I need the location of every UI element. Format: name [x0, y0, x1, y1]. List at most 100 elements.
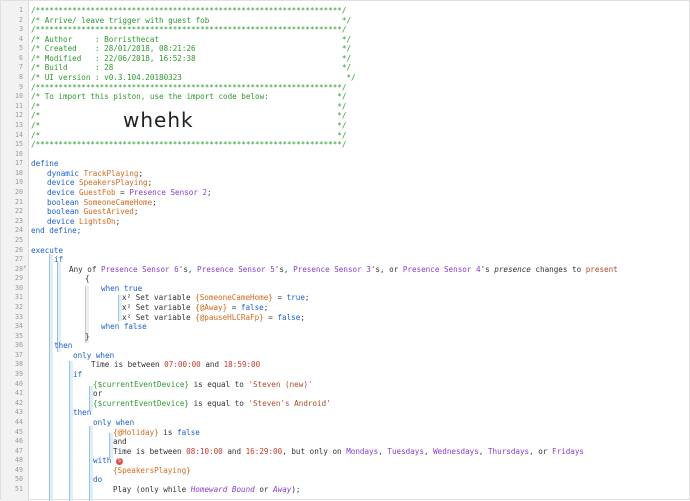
line-number: 34	[15, 322, 23, 331]
code-line: 22 boolean GuestArived;	[1, 207, 689, 217]
variable-ref[interactable]: {$currentEventDevice}	[93, 399, 189, 408]
code-line: 11 /* */	[1, 102, 689, 112]
line-number: 25	[15, 235, 23, 244]
variable-name[interactable]: TrackPlaying	[84, 169, 139, 178]
cond-text[interactable]: Time	[113, 447, 131, 456]
comment: /***************************************…	[31, 82, 347, 92]
variable-name[interactable]: GuestArived	[84, 207, 134, 216]
comment: /* To import this piston, use the import…	[31, 92, 347, 102]
keyword-if[interactable]: if	[54, 255, 63, 265]
variable-name[interactable]: SpeakersPlaying	[79, 178, 148, 187]
code-line: 7 /* Build : 28 */	[1, 63, 689, 73]
comment: /* Created : 28/01/2018, 08:21:26 */	[31, 44, 352, 54]
line-number: 28	[15, 264, 23, 273]
cond-text: 's,	[178, 264, 198, 274]
code-line: 43 then	[1, 408, 689, 418]
code-line: 24 end define;	[1, 226, 689, 236]
keyword-execute[interactable]: execute	[31, 246, 63, 256]
mode-name: Away	[273, 485, 292, 494]
code-line: 28 ⚡ Any of Presence Sensor 6's, Presence …	[1, 264, 689, 275]
keyword-when-true[interactable]: when true	[101, 284, 142, 294]
code-line: 17 define	[1, 159, 689, 169]
cond-text: changes to	[530, 264, 586, 274]
punct: =	[227, 302, 241, 312]
action-text[interactable]: x² Set variable	[122, 303, 195, 312]
keyword-if[interactable]: if	[73, 370, 82, 380]
device-name[interactable]: Presence Sensor 3	[293, 265, 371, 274]
line-number: 43	[15, 408, 23, 417]
line-number: 45	[15, 427, 23, 436]
device-name[interactable]: Presence Sensor 6	[101, 265, 179, 274]
action-text[interactable]: x² Set variable	[122, 313, 195, 322]
punct: =	[263, 312, 278, 322]
punct: ;	[263, 302, 269, 312]
line-number: 29	[15, 274, 23, 283]
time-value: 08:10:00	[186, 446, 223, 456]
line-number: 7	[19, 63, 23, 72]
keyword-then[interactable]: then	[54, 341, 72, 351]
variable-ref: {SomeoneCameHome}	[195, 293, 273, 303]
day-value: Tuesdays	[387, 446, 424, 456]
day-value: Thursdays	[487, 446, 530, 456]
code-editor[interactable]: whehk 1/********************************…	[0, 0, 690, 501]
code-line: 14 /* */	[1, 131, 689, 141]
variable-name[interactable]: LightsOn	[79, 217, 116, 226]
keyword-do[interactable]: do	[93, 475, 102, 485]
line-number: 2	[19, 15, 23, 24]
variable-ref: {@Away}	[195, 302, 228, 312]
code-line: 41 or	[1, 389, 689, 399]
cond-text[interactable]: Time	[91, 360, 109, 369]
line-number: 16	[15, 149, 23, 158]
string-value: 'Steven (new)'	[248, 379, 313, 389]
line-number: 41	[15, 389, 23, 398]
comment: /* Arrive/ leave trigger with guest fob …	[31, 15, 352, 25]
time-value: 07:00:00	[164, 360, 201, 370]
code-line: 23 device LightsOn;	[1, 217, 689, 227]
device-ref[interactable]: {SpeakersPlaying}	[113, 466, 191, 476]
punct: ;	[207, 188, 212, 198]
device-name[interactable]: Presence Sensor 5	[197, 265, 275, 274]
cond-text: is	[158, 427, 178, 437]
comment: /* */	[31, 111, 347, 121]
keyword-define[interactable]: define	[31, 159, 58, 169]
punct: ,	[478, 446, 488, 456]
line-number: 8	[19, 73, 23, 82]
variable-ref[interactable]: {$currentEventDevice}	[93, 380, 189, 389]
comment: /***************************************…	[31, 6, 347, 15]
keyword-then[interactable]: then	[73, 408, 91, 418]
variable-name[interactable]: GuestFob	[79, 188, 116, 197]
comment: /* Modified : 22/06/2018, 16:52:38 */	[31, 53, 352, 63]
code-line: 21 boolean SomeoneCameHome;	[1, 198, 689, 208]
day-value: Fridays	[552, 446, 585, 456]
device-name[interactable]: Presence Sensor 2	[129, 188, 207, 197]
code-line: 13 /* */	[1, 121, 689, 131]
action-text[interactable]: Play (only while	[113, 485, 191, 494]
code-line: 26 execute	[1, 246, 689, 256]
keyword-with[interactable]: with	[93, 456, 111, 465]
line-number: 48	[15, 456, 23, 465]
variable-name[interactable]: SomeoneCameHome	[84, 198, 153, 207]
device-name[interactable]: Presence Sensor 4	[403, 265, 481, 274]
comment: /* */	[31, 130, 347, 140]
code-line: 10 /* To import this piston, use the impo…	[1, 92, 689, 102]
line-number: 51	[15, 485, 23, 493]
keyword-only-when[interactable]: only when	[73, 351, 114, 361]
keyword-and: and	[113, 437, 127, 447]
line-number: 18	[15, 168, 23, 177]
code-line: 20 device GuestFob = Presence Sensor 2;	[1, 188, 689, 198]
cond-text: is equal to	[189, 398, 249, 408]
code-line: 1 /**************************************…	[1, 6, 689, 16]
line-number: 47	[15, 446, 23, 455]
cond-text: is between	[109, 360, 165, 370]
code-line: 8 /* UI version : v0.3.104.20180323 */	[1, 73, 689, 83]
code-line: 38 Time is between 07:00:00 and 18:59:00	[1, 360, 689, 370]
code-line: 29 {	[1, 274, 689, 284]
variable-ref[interactable]: {@Holiday}	[113, 428, 159, 437]
action-text[interactable]: x² Set variable	[122, 293, 195, 302]
code-line: 2 /* Arrive/ leave trigger with guest fob…	[1, 16, 689, 26]
code-line: 42 {$currentEventDevice} is equal to 'Ste…	[1, 399, 689, 409]
line-number: 39	[15, 370, 23, 379]
line-number: 13	[15, 120, 23, 129]
keyword-when-false[interactable]: when false	[101, 322, 147, 332]
keyword-only-when[interactable]: only when	[93, 418, 134, 428]
